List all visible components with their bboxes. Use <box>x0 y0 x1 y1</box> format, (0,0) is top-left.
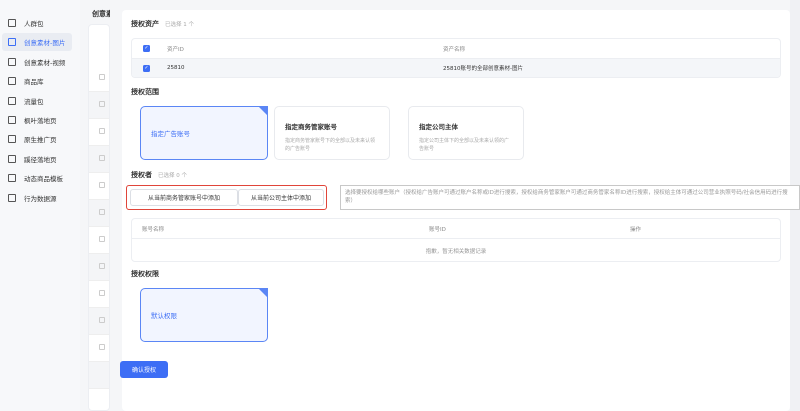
asset-name: 25810账号的全部创意素材-图片 <box>443 66 523 72</box>
row-checkbox[interactable] <box>99 263 105 269</box>
background-table <box>88 24 110 411</box>
sidebar-item[interactable]: 原生推广页 <box>2 130 72 148</box>
background-row <box>89 227 109 254</box>
sidebar-item[interactable]: 蹊径落地页 <box>2 150 72 168</box>
empty-text: 抱歉，暂无相关数据记录 <box>425 248 487 255</box>
background-row <box>89 335 109 362</box>
column-account-id: 账号ID <box>429 226 446 233</box>
row-checkbox[interactable] <box>99 155 105 161</box>
select-all-checkbox[interactable]: ✓ <box>143 45 150 52</box>
chart-icon <box>8 96 16 105</box>
row-checkbox[interactable] <box>99 209 105 215</box>
sidebar-item-label: 人群包 <box>24 20 44 28</box>
sidebar-item-label: 原生推广页 <box>24 136 57 145</box>
data-icon <box>8 193 16 202</box>
assets-count: 已选择 1 个 <box>165 22 194 28</box>
sidebar-item[interactable]: 人群包 <box>2 14 72 32</box>
list-icon <box>8 116 16 124</box>
option-title: 默认权限 <box>151 312 177 320</box>
row-checkbox[interactable] <box>99 101 105 107</box>
sidebar-item-label: 动态商品模板 <box>24 175 63 184</box>
background-row <box>89 254 109 281</box>
row-checkbox[interactable] <box>99 128 105 134</box>
sidebar-item-label: 创意素材-视频 <box>24 58 66 67</box>
column-account-name: 账号名称 <box>142 226 165 233</box>
row-checkbox[interactable] <box>99 317 105 323</box>
column-asset-id: 资产ID <box>167 46 184 53</box>
option-title: 指定公司主体 <box>419 123 458 131</box>
scope-option-ad-account[interactable]: 指定广告账号 <box>140 106 268 160</box>
table-header: ✓ 资产ID 资产名称 <box>132 39 780 58</box>
table-row: ✓ 25810 25810账号的全部创意素材-图片 <box>132 58 780 77</box>
inbox-icon <box>8 77 16 86</box>
column-actions: 操作 <box>630 226 642 233</box>
grantee-search-input[interactable]: 选择要授权给哪些账户（授权给广告账户可通过账户名称或ID进行搜索，授权给商务管家… <box>340 185 800 210</box>
background-row <box>89 173 109 200</box>
sidebar-item-label: 商品库 <box>24 78 44 87</box>
sidebar-item[interactable]: 商品库 <box>2 72 72 90</box>
background-row <box>89 119 109 146</box>
add-from-business-manager-button[interactable]: 从当前商务管家账号中添加 <box>130 189 238 206</box>
sidebar-item-label: 枫叶落地页 <box>24 117 57 125</box>
image-icon <box>8 38 16 47</box>
sidebar-item[interactable]: 流量包 <box>2 92 72 110</box>
scope-section-title: 授权范围 <box>131 88 159 96</box>
sidebar-item-label: 蹊径落地页 <box>24 155 57 164</box>
option-desc: 指定公司主体下的全部以及未来认领的广告账号 <box>419 138 510 152</box>
background-row <box>89 362 109 389</box>
permission-option-default[interactable]: 默认权限 <box>140 288 268 342</box>
scope-option-business-manager[interactable]: 指定商务管家账号指定商务管家账号下的全部以及未来认领的广告账号 <box>274 106 390 160</box>
sidebar-item[interactable]: 创意素材-视频 <box>2 53 72 71</box>
table-header: 账号名称 账号ID 操作 <box>132 219 780 238</box>
assets-table: ✓ 资产ID 资产名称 ✓ 25810 25810账号的全部创意素材-图片 <box>131 38 781 78</box>
scope-option-company[interactable]: 指定公司主体指定公司主体下的全部以及未来认领的广告账号 <box>408 106 524 160</box>
sidebar-item[interactable]: 动态商品模板 <box>2 169 72 187</box>
option-title: 指定商务管家账号 <box>285 123 337 131</box>
asset-id: 25810 <box>167 65 185 71</box>
play-icon <box>8 57 16 66</box>
page-title: 创意素材 <box>92 10 110 18</box>
background-row <box>89 65 109 92</box>
sidebar-item[interactable]: 创意素材-图片 <box>2 33 72 52</box>
sidebar-item-label: 行为数据源 <box>24 194 57 203</box>
grantee-section-title: 授权者 已选择 0 个 <box>131 171 187 179</box>
background-row <box>89 281 109 308</box>
page-icon <box>8 135 16 144</box>
sidebar-item-label: 流量包 <box>24 97 44 106</box>
background-row <box>89 308 109 335</box>
row-checkbox[interactable]: ✓ <box>143 64 150 72</box>
confirm-authorize-button[interactable]: 确认授权 <box>120 361 168 378</box>
assets-section-title: 授权资产 已选择 1 个 <box>131 20 194 28</box>
option-desc: 指定商务管家账号下的全部以及未来认领的广告账号 <box>285 138 376 152</box>
row-checkbox[interactable] <box>99 182 105 188</box>
row-checkbox[interactable] <box>99 344 105 350</box>
column-asset-name: 资产名称 <box>443 46 466 53</box>
option-title: 指定广告账号 <box>151 130 190 138</box>
layout-icon <box>8 174 16 183</box>
sidebar-item[interactable]: 行为数据源 <box>2 189 72 207</box>
row-checkbox[interactable] <box>99 236 105 242</box>
doc-icon <box>8 154 16 163</box>
user-card-icon <box>8 19 16 27</box>
background-page: 创意素材 <box>80 0 110 411</box>
sidebar-item[interactable]: 枫叶落地页 <box>2 111 72 129</box>
background-row <box>89 146 109 173</box>
grantee-count: 已选择 0 个 <box>158 173 187 179</box>
sidebar-item-label: 创意素材-图片 <box>24 39 66 48</box>
selected-check-icon <box>258 106 268 116</box>
background-row <box>89 200 109 227</box>
add-from-company-button[interactable]: 从当前公司主体中添加 <box>238 189 324 206</box>
row-checkbox[interactable] <box>99 290 105 296</box>
selected-check-icon <box>258 288 268 298</box>
sidebar: 人群包创意素材-图片 创意素材-视频 商品库流量包枫叶落地页原生推广页蹊径落地页动态… <box>0 0 80 411</box>
permission-section-title: 授权权限 <box>131 270 159 278</box>
empty-row: 抱歉，暂无相关数据记录 <box>132 238 780 261</box>
background-row <box>89 92 109 119</box>
row-checkbox[interactable] <box>99 74 105 80</box>
grantee-table: 账号名称 账号ID 操作 抱歉，暂无相关数据记录 <box>131 218 781 262</box>
